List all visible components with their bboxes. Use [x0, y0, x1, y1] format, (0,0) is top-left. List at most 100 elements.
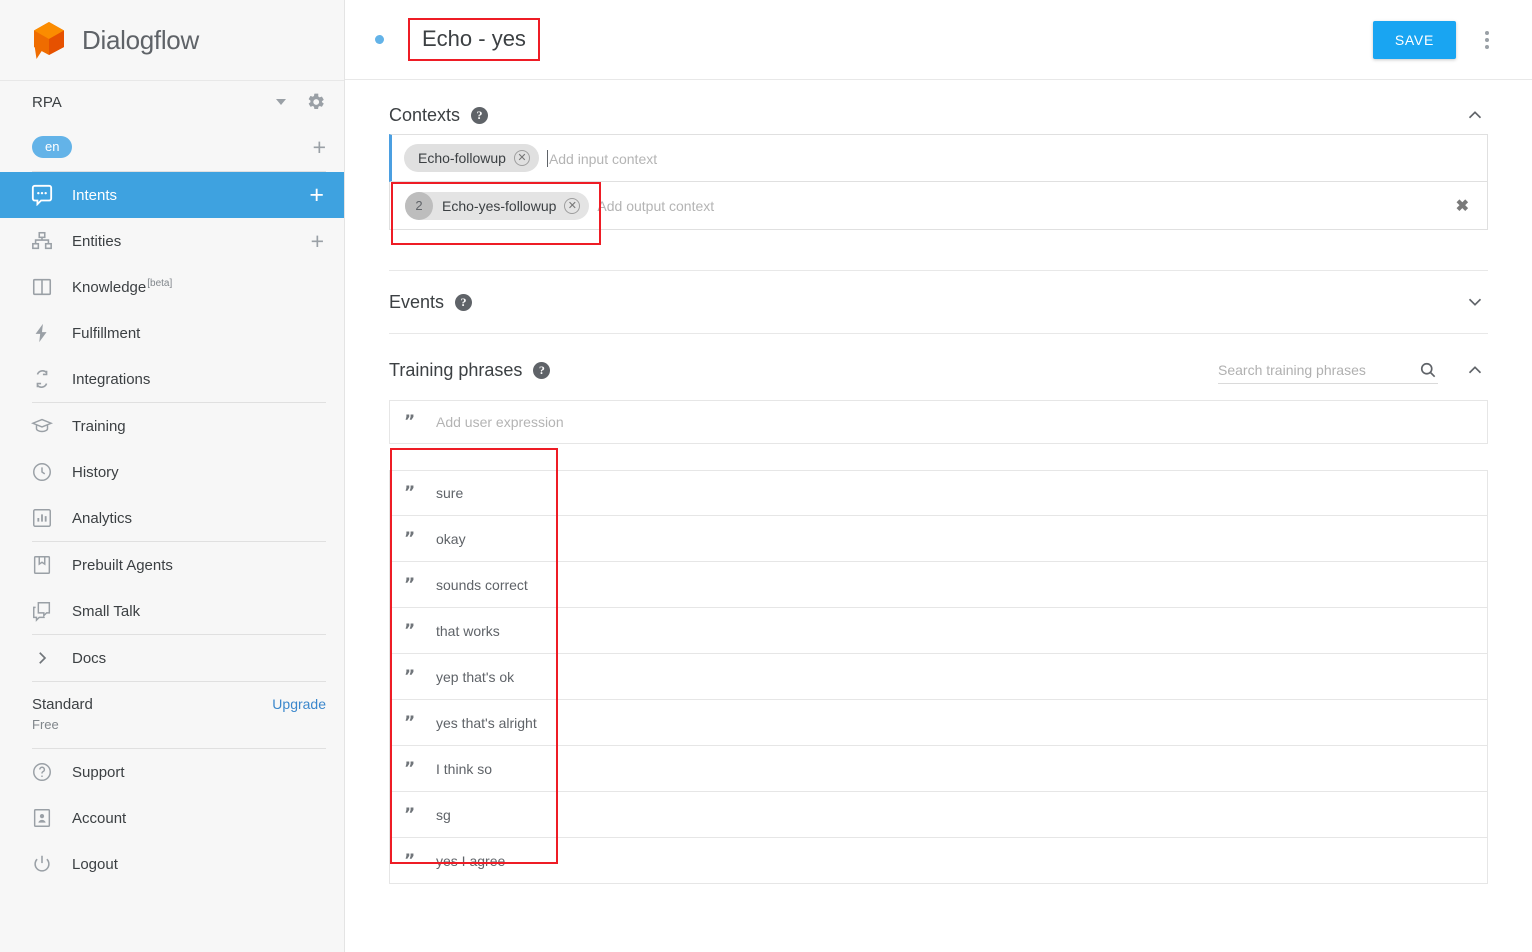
quote-mark-icon: ” — [404, 483, 416, 503]
sidebar-item-integrations[interactable]: Integrations — [0, 356, 344, 402]
help-icon[interactable]: ? — [533, 361, 551, 379]
sidebar-item-docs[interactable]: Docs — [0, 635, 344, 681]
chevron-up-icon[interactable] — [1462, 357, 1488, 383]
beta-badge: [beta] — [147, 278, 173, 289]
page-title[interactable]: Echo - yes — [422, 26, 526, 51]
sidebar-item-label: Prebuilt Agents — [72, 556, 173, 574]
training-phrase-text: I think so — [436, 760, 493, 777]
add-entity-icon[interactable]: + — [311, 230, 324, 253]
agent-selector[interactable]: RPA — [32, 81, 326, 123]
training-phrases-section: Training phrases ? Search training phras… — [345, 334, 1532, 884]
quote-mark-icon: ” — [404, 412, 416, 432]
sync-arrows-icon — [30, 367, 54, 391]
kebab-menu-icon[interactable] — [1470, 21, 1504, 59]
resources-nav: Prebuilt Agents Small Talk — [0, 542, 344, 634]
training-phrase-row[interactable]: ” sg — [389, 792, 1488, 838]
quote-mark-icon: ” — [404, 758, 416, 779]
sidebar-item-training[interactable]: Training — [0, 403, 344, 449]
output-context-row[interactable]: 2 Echo-yes-followup ✕ Add output context… — [389, 182, 1488, 230]
sidebar-item-label: Logout — [72, 855, 118, 873]
chip-remove-icon[interactable]: ✕ — [513, 150, 530, 166]
sidebar-item-fulfillment[interactable]: Fulfillment — [0, 310, 344, 356]
events-section: Events ? — [345, 271, 1532, 333]
sidebar-item-account[interactable]: Account — [0, 795, 344, 841]
contexts-header: Contexts ? — [389, 80, 1488, 134]
delete-x-icon[interactable]: ✖ — [1456, 196, 1469, 216]
sidebar-item-entities[interactable]: Entities + — [0, 218, 344, 264]
output-context-lifespan[interactable]: 2 — [405, 191, 433, 220]
help-icon[interactable]: ? — [471, 106, 489, 124]
events-header: Events ? — [389, 271, 1488, 333]
chevron-down-icon[interactable] — [1462, 289, 1488, 315]
agents-book-icon — [30, 553, 54, 577]
sidebar-item-analytics[interactable]: Analytics — [0, 495, 344, 541]
training-phrase-text: yes that's alright — [436, 714, 537, 731]
add-language-icon[interactable]: + — [313, 136, 326, 159]
intent-editor-content: Contexts ? Echo-followup ✕ Add input con… — [345, 80, 1532, 952]
quote-mark-icon: ” — [404, 620, 416, 641]
training-phrase-row[interactable]: ” okay — [389, 516, 1488, 562]
unsaved-dot — [375, 35, 384, 44]
sidebar-item-history[interactable]: History — [0, 449, 344, 495]
training-phrase-row[interactable]: ” yes I agree — [389, 838, 1488, 884]
training-phrase-text: sure — [436, 485, 464, 501]
main-panel: Echo - yes SAVE Contexts ? Echo-followup… — [345, 0, 1532, 952]
sidebar-item-label: Training — [72, 417, 126, 435]
training-phrase-row[interactable]: ” yes that's alright — [389, 700, 1488, 746]
chat-bubble-icon — [30, 183, 54, 207]
upgrade-link[interactable]: Upgrade — [272, 694, 326, 712]
training-phrase-text: that works — [436, 622, 500, 639]
add-user-expression-row[interactable]: ” Add user expression — [389, 400, 1488, 444]
plan-block: Standard Free Upgrade — [0, 682, 344, 748]
sidebar-item-label: Entities — [72, 232, 122, 250]
topbar-actions: SAVE — [1372, 20, 1504, 59]
training-phrase-list: ” sure ” okay ” sounds correct ” that works ” yep… — [389, 470, 1488, 884]
intent-topbar: Echo - yes SAVE — [345, 0, 1532, 80]
search-icon[interactable] — [1418, 360, 1438, 380]
graduation-cap-icon — [30, 414, 54, 438]
chip-remove-icon[interactable]: ✕ — [564, 197, 581, 214]
training-phrase-text: yes I agree — [436, 852, 506, 869]
training-phrase-row[interactable]: ” that works — [389, 608, 1488, 654]
quote-mark-icon: ” — [404, 712, 416, 733]
analysis-nav: Training History Analytics — [0, 403, 344, 541]
output-context-chip[interactable]: 2 Echo-yes-followup ✕ — [405, 191, 590, 220]
training-phrase-row[interactable]: ” sounds correct — [389, 562, 1488, 608]
save-button[interactable]: SAVE — [1372, 20, 1456, 59]
sidebar-item-logout[interactable]: Logout — [0, 841, 344, 887]
clock-icon — [30, 460, 54, 484]
bar-chart-icon — [30, 506, 54, 530]
sidebar-item-label: Knowledge[beta] — [72, 278, 173, 296]
training-phrase-row[interactable]: ” sure — [389, 470, 1488, 516]
entity-tree-icon — [30, 229, 54, 253]
add-intent-icon[interactable]: + — [309, 183, 324, 208]
help-icon[interactable]: ? — [455, 293, 473, 311]
sidebar-item-knowledge[interactable]: Knowledge[beta] — [0, 264, 344, 310]
caret-down-icon[interactable] — [276, 99, 286, 105]
question-circle-icon — [30, 760, 54, 784]
training-phrase-row[interactable]: ” I think so — [389, 746, 1488, 792]
training-phrase-row[interactable]: ” yep that's ok — [389, 654, 1488, 700]
training-phrases-body: ” Add user expression ” sure ” okay ” sounds … — [389, 400, 1488, 884]
input-context-row[interactable]: Echo-followup ✕ Add input context — [389, 134, 1488, 182]
training-phrase-text: sg — [436, 806, 451, 823]
speech-bubbles-icon — [30, 599, 54, 623]
contexts-title: Contexts — [389, 104, 461, 125]
lightning-bolt-icon — [30, 321, 54, 345]
sidebar-item-small-talk[interactable]: Small Talk — [0, 588, 344, 634]
training-phrase-text: yep that's ok — [436, 668, 515, 685]
sidebar-item-prebuilt-agents[interactable]: Prebuilt Agents — [0, 542, 344, 588]
chevron-up-icon[interactable] — [1462, 102, 1488, 128]
sidebar-item-label: Intents — [72, 186, 118, 204]
input-context-chip[interactable]: Echo-followup ✕ — [404, 144, 539, 172]
language-chip-en[interactable]: en — [32, 136, 73, 158]
output-context-placeholder[interactable]: Add output context — [597, 198, 714, 214]
dialogflow-cube-logo — [27, 18, 71, 62]
input-context-placeholder[interactable]: Add input context — [546, 149, 657, 167]
sidebar-item-intents[interactable]: Intents + — [0, 172, 344, 218]
chevron-right-icon — [30, 646, 54, 670]
gear-icon[interactable] — [306, 92, 326, 112]
search-input[interactable] — [1218, 361, 1418, 378]
power-icon — [30, 852, 54, 876]
sidebar-item-support[interactable]: Support — [0, 749, 344, 795]
